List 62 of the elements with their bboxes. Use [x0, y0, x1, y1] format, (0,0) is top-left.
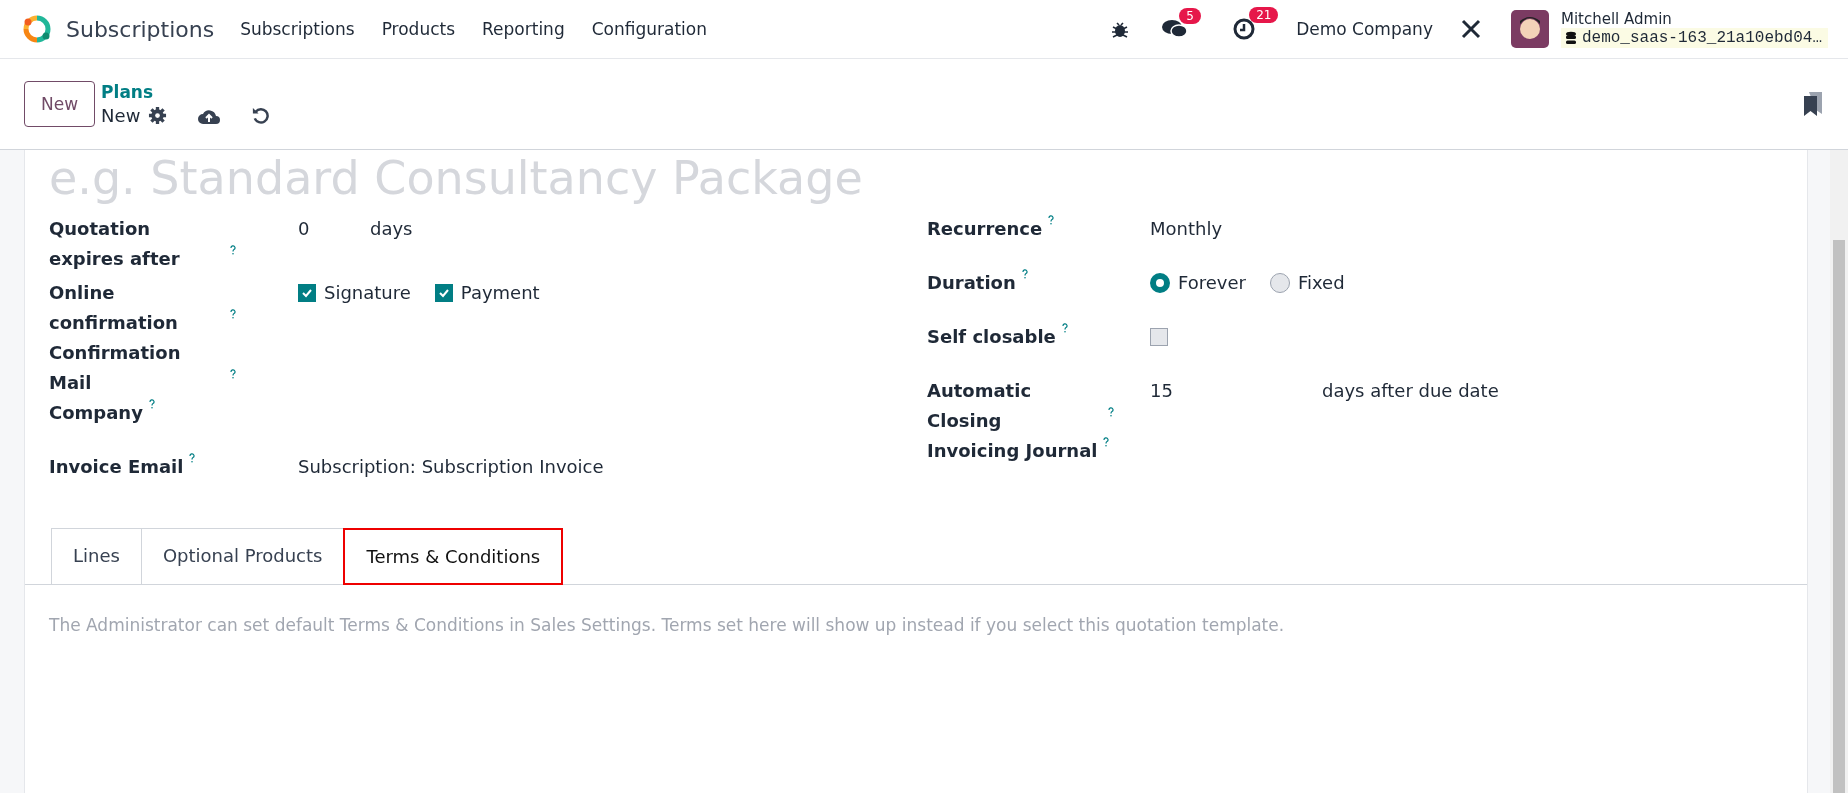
tab[interactable]: Terms & Conditions: [343, 528, 564, 585]
field-label: Invoicing Journal: [927, 439, 1098, 463]
unit-label: days: [370, 217, 413, 241]
checkbox[interactable]: [434, 284, 453, 302]
radio-button[interactable]: [1150, 273, 1170, 293]
help-icon[interactable]: [1061, 323, 1068, 333]
number-field[interactable]: 0: [298, 214, 360, 244]
field-value[interactable]: Subscription: Subscription Invoice: [298, 452, 604, 482]
field-label: Automatic Closing: [927, 379, 1033, 433]
checkbox[interactable]: [1150, 328, 1168, 346]
chat-icon[interactable]: [1162, 18, 1189, 40]
field-label: Duration: [927, 271, 1016, 295]
breadcrumb-link[interactable]: Plans: [101, 82, 271, 102]
database-icon: [1564, 31, 1577, 45]
help-icon[interactable]: [230, 245, 236, 255]
menu-item[interactable]: Subscriptions: [240, 19, 355, 39]
field-label: Online confirmation: [49, 281, 179, 335]
help-icon[interactable]: [230, 309, 236, 319]
scrollbar[interactable]: [1830, 150, 1848, 793]
checkbox[interactable]: [298, 284, 316, 302]
field-label: Quotation expires after: [49, 217, 181, 271]
field-label: Recurrence: [927, 217, 1043, 241]
clock-icon[interactable]: [1232, 17, 1257, 41]
option-label: Fixed: [1297, 271, 1345, 295]
field-label: Confirmation Mail: [49, 341, 182, 395]
bug-icon[interactable]: [1110, 19, 1131, 39]
database-name: demo_saas-163_21a10ebd04…: [1581, 29, 1822, 47]
activity-count: 21: [1249, 7, 1279, 23]
menu-item[interactable]: Products: [381, 19, 456, 39]
bookmark-icon[interactable]: [1802, 91, 1824, 117]
field-label: Invoice Email: [49, 455, 184, 479]
help-icon[interactable]: [1048, 215, 1055, 225]
record-name: New: [101, 105, 141, 126]
field-value[interactable]: Monthly: [1150, 214, 1223, 244]
tab[interactable]: Lines: [51, 528, 142, 584]
user-name[interactable]: Mitchell Admin: [1560, 10, 1828, 28]
help-icon[interactable]: [1108, 407, 1114, 417]
field-label: Self closable: [927, 325, 1056, 349]
help-icon[interactable]: [189, 453, 196, 463]
option-label: Forever: [1178, 271, 1246, 295]
settings-icon[interactable]: [148, 106, 168, 125]
message-count: 5: [1179, 8, 1201, 24]
new-button[interactable]: New: [24, 81, 96, 127]
undo-icon[interactable]: [251, 106, 271, 125]
field-label: Company: [49, 401, 143, 425]
app-logo-icon[interactable]: [22, 14, 52, 44]
company-switcher[interactable]: Demo Company: [1296, 19, 1433, 39]
menu-item[interactable]: Configuration: [591, 19, 707, 39]
help-icon[interactable]: [1103, 437, 1110, 447]
avatar-icon[interactable]: [1510, 10, 1549, 48]
help-icon[interactable]: [1021, 269, 1028, 279]
check-icon: [301, 287, 313, 299]
help-icon[interactable]: [148, 399, 155, 409]
unit-label: days after due date: [1322, 379, 1499, 403]
option-label: Signature: [324, 281, 411, 305]
menu-item[interactable]: Reporting: [482, 19, 565, 39]
app-name[interactable]: Subscriptions: [66, 16, 215, 42]
number-field[interactable]: 15: [1150, 376, 1312, 406]
help-icon[interactable]: [230, 369, 236, 379]
check-icon: [437, 287, 450, 299]
option-label: Payment: [460, 281, 540, 305]
radio-button[interactable]: [1269, 273, 1290, 293]
